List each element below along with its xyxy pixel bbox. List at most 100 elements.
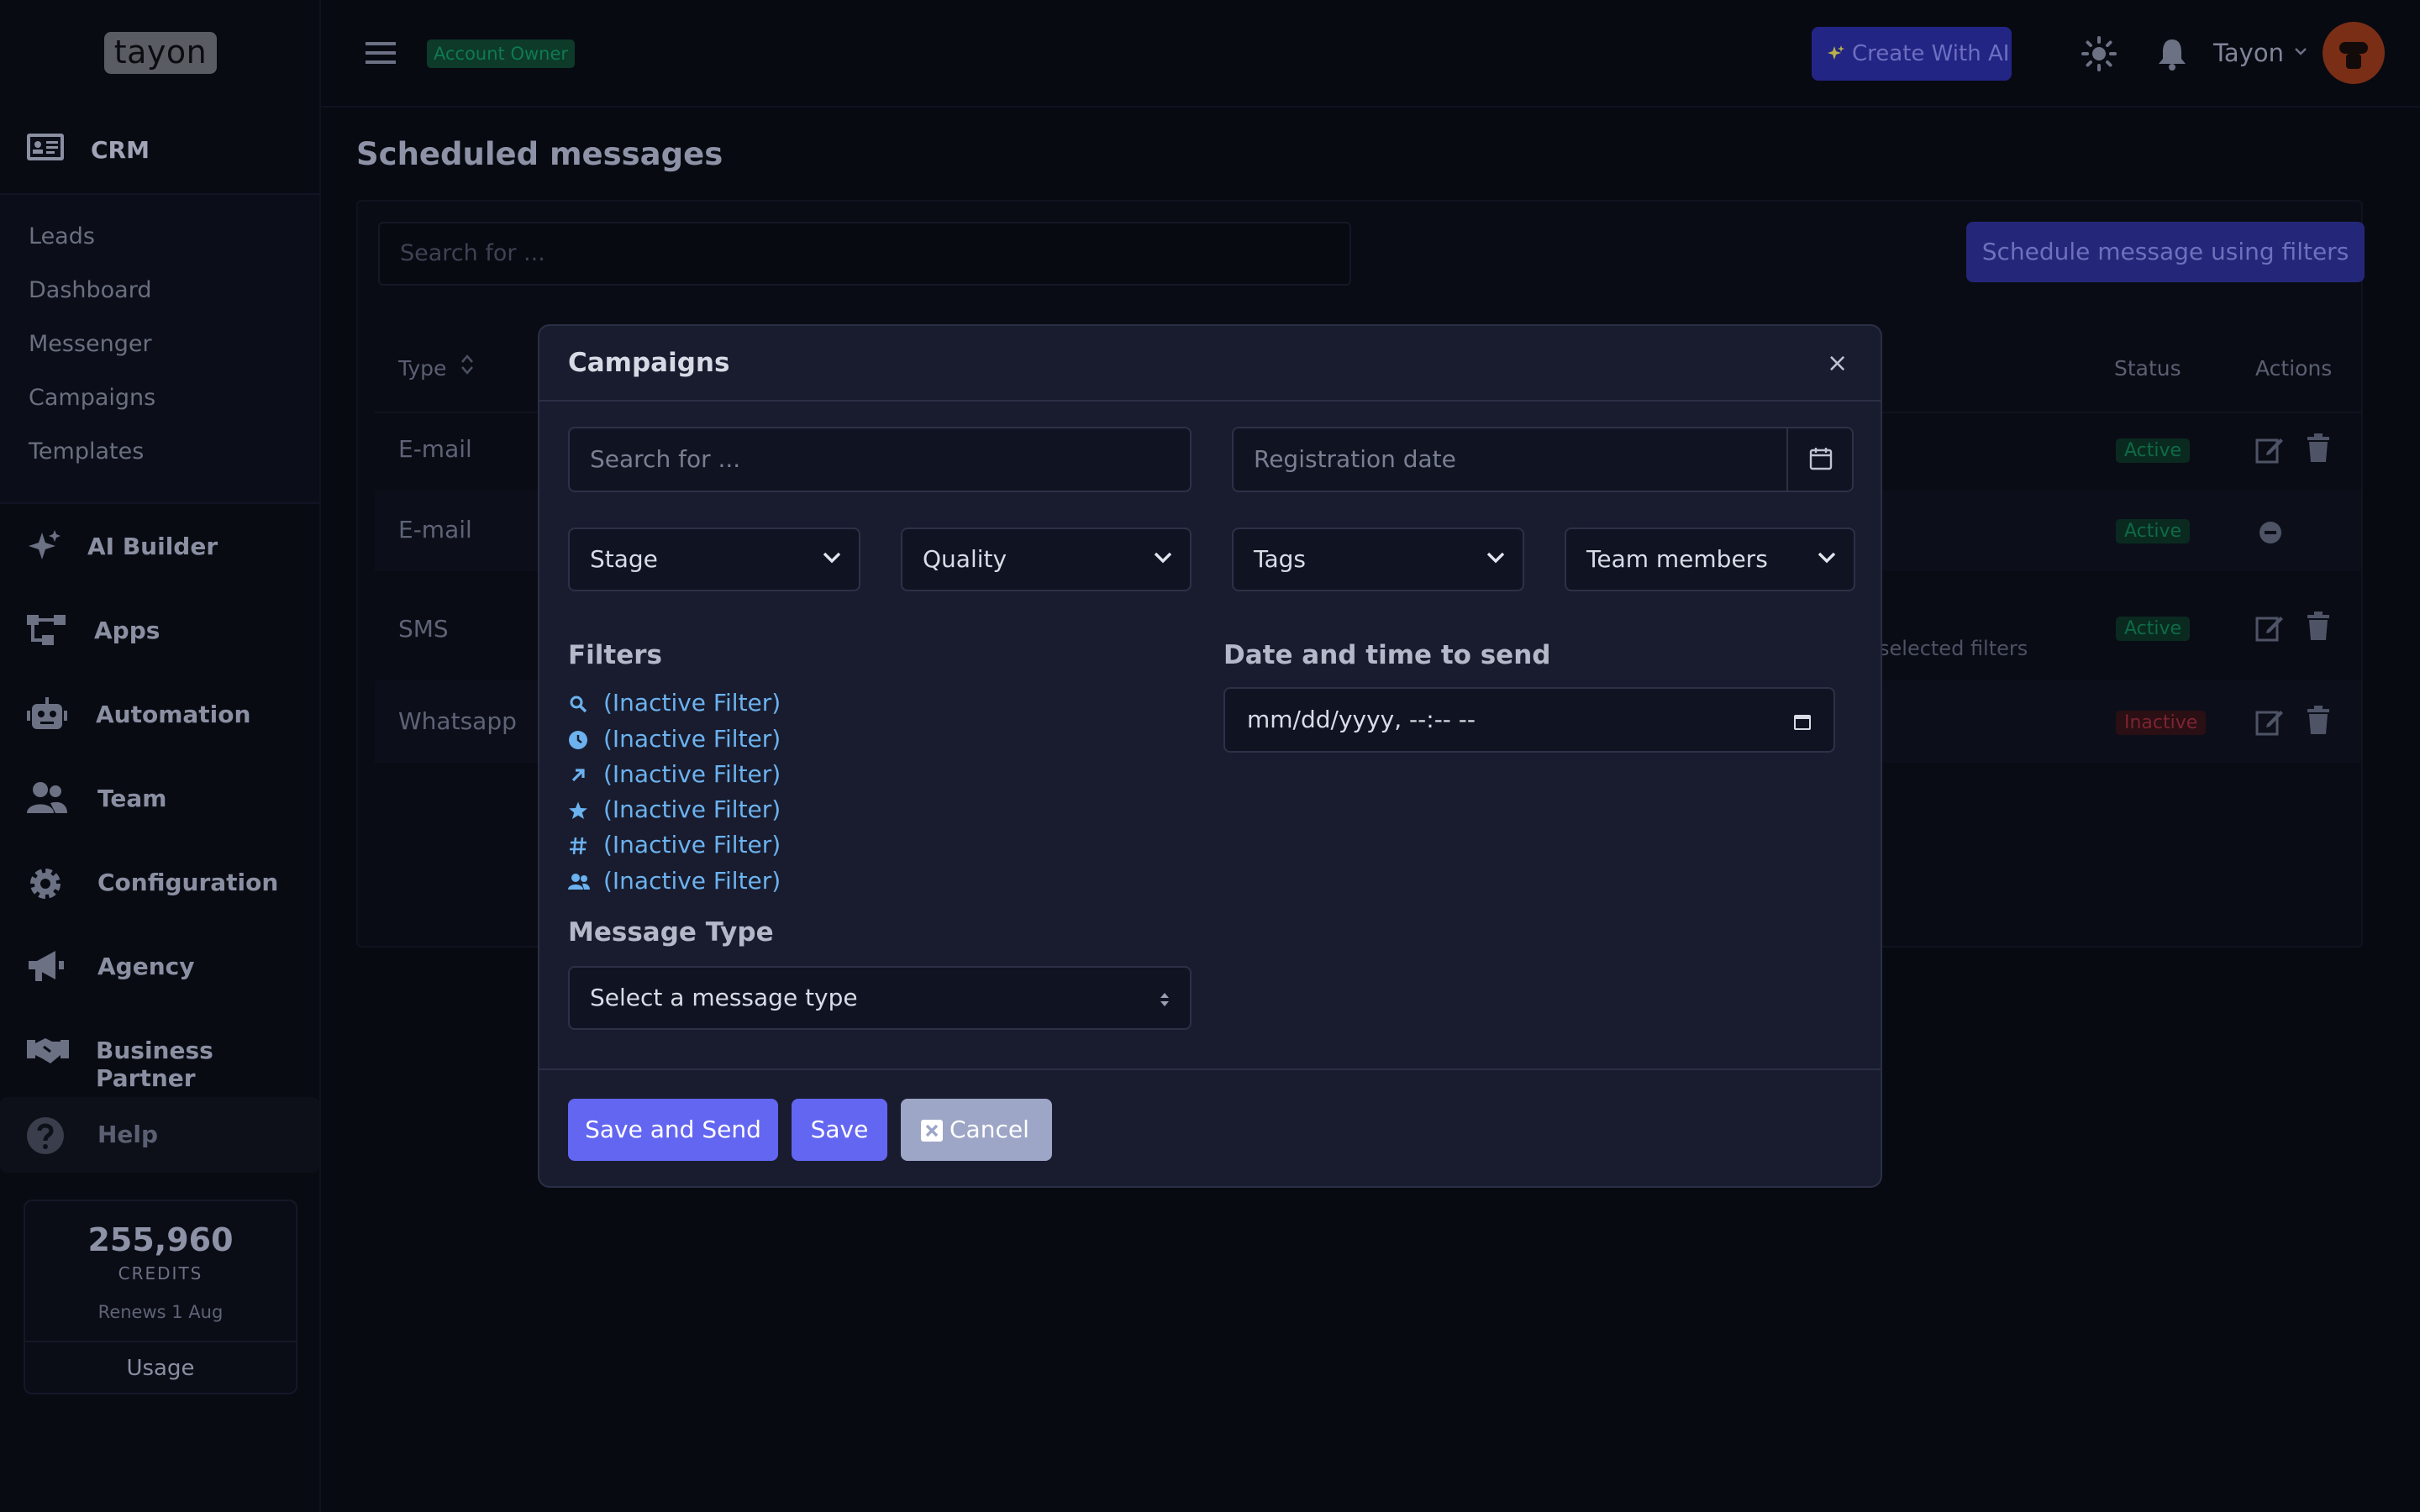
chevron-down-icon[interactable] xyxy=(2294,47,2307,55)
trash-icon[interactable] xyxy=(2306,612,2331,640)
sidebar-item-team[interactable]: Team xyxy=(0,761,319,837)
sidebar-item-leads[interactable]: Leads xyxy=(29,223,95,249)
datetime-placeholder: mm/dd/yyyy, --:-- -- xyxy=(1247,706,1476,733)
sidebar-item-messenger[interactable]: Messenger xyxy=(29,331,152,357)
arrow-up-right-icon xyxy=(568,765,588,785)
crm-submenu: Leads Dashboard Messenger Campaigns Temp… xyxy=(0,193,319,504)
datetime-input[interactable]: mm/dd/yyyy, --:-- -- xyxy=(1223,687,1835,753)
modal-divider xyxy=(539,1068,1881,1070)
account-owner-badge: Account Owner xyxy=(427,39,576,68)
sort-icon[interactable] xyxy=(460,353,474,376)
sidebar-item-apps[interactable]: Apps xyxy=(0,593,319,669)
column-header-actions: Actions xyxy=(2255,356,2333,381)
sidebar-item-ai-builder[interactable]: AI Builder xyxy=(0,509,319,585)
team-members-select[interactable]: Team members xyxy=(1565,528,1855,591)
user-name[interactable]: Tayon xyxy=(2213,39,2284,67)
edit-icon[interactable] xyxy=(2255,613,2284,642)
filter-item-text[interactable]: (Inactive Filter) xyxy=(603,725,781,753)
page-title: Scheduled messages xyxy=(356,136,723,172)
save-and-send-button[interactable]: Save and Send xyxy=(568,1099,778,1161)
more-icon[interactable] xyxy=(2259,521,2282,544)
sparkles-icon xyxy=(25,528,62,564)
usage-button[interactable]: Usage xyxy=(25,1341,296,1394)
status-badge: Active xyxy=(2116,617,2191,641)
calendar-button[interactable] xyxy=(1786,427,1854,492)
credits-renews: Renews 1 Aug xyxy=(97,1302,224,1322)
id-card-icon xyxy=(25,130,66,164)
sidebar-item-label: Automation xyxy=(96,701,251,728)
modal-search-input[interactable]: Search for ... xyxy=(568,427,1192,492)
credits-label: CREDITS xyxy=(118,1263,203,1284)
team-icon xyxy=(25,780,69,816)
chevron-down-icon xyxy=(823,552,841,564)
credits-amount: 255,960 xyxy=(87,1221,234,1258)
quality-select[interactable]: Quality xyxy=(901,528,1192,591)
message-type-select[interactable]: Select a message type xyxy=(568,966,1192,1030)
create-with-ai-label: Create With AI xyxy=(1852,41,2010,66)
sidebar-item-business-partner[interactable]: Business Partner xyxy=(0,1013,319,1092)
calendar-icon[interactable] xyxy=(1793,712,1812,731)
column-header-type[interactable]: Type xyxy=(398,356,446,381)
create-with-ai-button[interactable]: Create With AI xyxy=(1812,27,2012,81)
filter-item-text[interactable]: (Inactive Filter) xyxy=(603,867,781,895)
table-cell-note: selected filters xyxy=(1879,637,2028,660)
avatar[interactable] xyxy=(2323,22,2385,84)
edit-icon[interactable] xyxy=(2255,435,2284,464)
registration-date-input[interactable]: Registration date xyxy=(1232,427,1854,492)
save-button[interactable]: Save xyxy=(792,1099,887,1161)
sidebar-item-configuration[interactable]: Configuration xyxy=(0,845,319,921)
filter-item-text[interactable]: (Inactive Filter) xyxy=(603,831,781,858)
sidebar-item-label: AI Builder xyxy=(87,533,218,560)
table-cell-type: E-mail xyxy=(398,435,472,463)
apps-icon xyxy=(25,612,69,648)
sidebar-item-dashboard[interactable]: Dashboard xyxy=(29,277,151,303)
close-icon[interactable]: × xyxy=(1827,351,1848,376)
tags-select[interactable]: Tags xyxy=(1232,528,1524,591)
date-time-label: Date and time to send xyxy=(1223,640,1551,670)
stage-select[interactable]: Stage xyxy=(568,528,860,591)
filter-item-text[interactable]: (Inactive Filter) xyxy=(603,689,781,717)
menu-icon[interactable] xyxy=(366,40,396,66)
hash-icon xyxy=(568,836,588,856)
trash-icon[interactable] xyxy=(2306,706,2331,734)
modal-title: Campaigns xyxy=(568,348,730,378)
cancel-button-label: Cancel xyxy=(950,1116,1029,1143)
filters-label: Filters xyxy=(568,640,663,670)
tags-select-value: Tags xyxy=(1254,545,1306,573)
sidebar-item-agency[interactable]: Agency xyxy=(0,929,319,1005)
edit-icon[interactable] xyxy=(2255,707,2284,736)
filter-item-text[interactable]: (Inactive Filter) xyxy=(603,795,781,823)
status-badge: Active xyxy=(2116,438,2191,463)
chevron-down-icon xyxy=(1818,552,1836,564)
app-logo[interactable]: tayon xyxy=(104,32,217,74)
sidebar-item-label: Team xyxy=(97,785,167,812)
robot-icon xyxy=(25,696,69,732)
status-badge: Active xyxy=(2116,519,2191,543)
sidebar-item-templates[interactable]: Templates xyxy=(29,438,144,465)
sidebar-item-automation[interactable]: Automation xyxy=(0,677,319,753)
bell-icon[interactable] xyxy=(2156,37,2188,71)
users-icon xyxy=(568,872,590,892)
sidebar-item-campaigns[interactable]: Campaigns xyxy=(29,385,155,411)
sparkles-icon xyxy=(1827,45,1845,63)
theme-toggle-icon[interactable] xyxy=(2081,35,2118,72)
sidebar-item-crm[interactable]: CRM xyxy=(0,118,321,193)
sidebar-item-help[interactable]: Help xyxy=(0,1097,319,1173)
topbar: Account Owner Create With AI Tayon xyxy=(321,0,2420,108)
clock-icon xyxy=(568,730,588,750)
table-cell-type: Whatsapp xyxy=(398,707,517,735)
search-input[interactable]: Search for ... xyxy=(378,222,1351,286)
handshake-icon xyxy=(25,1032,71,1068)
sidebar-item-label: Apps xyxy=(94,617,160,644)
sidebar-item-label: Business Partner xyxy=(96,1037,213,1092)
message-type-value: Select a message type xyxy=(590,984,858,1011)
help-icon xyxy=(25,1116,66,1156)
table-cell-type: SMS xyxy=(398,615,449,643)
modal-divider xyxy=(539,400,1881,402)
filter-item-text[interactable]: (Inactive Filter) xyxy=(603,760,781,788)
schedule-message-button[interactable]: Schedule message using filters xyxy=(1966,222,2365,282)
stage-select-value: Stage xyxy=(590,545,658,573)
trash-icon[interactable] xyxy=(2306,433,2331,462)
cancel-button[interactable]: Cancel xyxy=(901,1099,1052,1161)
team-members-select-value: Team members xyxy=(1586,545,1768,573)
